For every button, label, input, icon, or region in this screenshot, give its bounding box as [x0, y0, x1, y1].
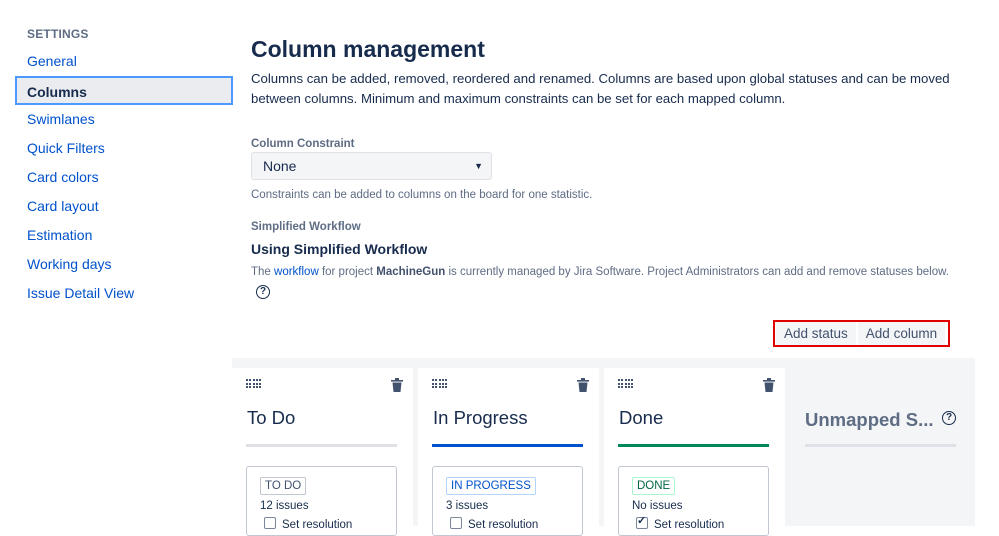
board-column-to-do[interactable]: To Do TO DO 12 issues Set resolution [232, 368, 413, 536]
drag-handle-icon[interactable] [246, 379, 262, 389]
add-buttons-group: Add status Add column [773, 320, 950, 347]
sidebar-item-quick-filters[interactable]: Quick Filters [15, 134, 233, 163]
chevron-down-icon: ▼ [474, 161, 483, 171]
project-name: MachineGun [376, 266, 446, 278]
add-status-button[interactable]: Add status [776, 322, 856, 345]
set-resolution[interactable]: Set resolution [636, 514, 725, 531]
trash-icon[interactable] [577, 378, 589, 392]
status-lozenge: TO DO [260, 477, 307, 495]
status-lozenge: IN PROGRESS [446, 477, 536, 495]
page-description: Columns can be added, removed, reordered… [251, 71, 950, 106]
column-title[interactable]: In Progress [433, 407, 528, 429]
resolution-checkbox[interactable] [264, 517, 276, 529]
workflow-link[interactable]: workflow [274, 266, 319, 278]
unmapped-help-icon[interactable]: ? [942, 411, 956, 425]
drag-handle-icon[interactable] [432, 379, 448, 389]
drag-handle-icon[interactable] [618, 379, 634, 389]
sidebar-item-estimation[interactable]: Estimation [15, 221, 233, 250]
trash-icon[interactable] [763, 378, 775, 392]
resolution-label: Set resolution [468, 519, 539, 531]
column-board: To Do TO DO 12 issues Set resolution In … [232, 358, 975, 536]
column-constraint-select[interactable]: None ▼ [251, 152, 492, 180]
set-resolution[interactable]: Set resolution [264, 517, 352, 531]
page-title: Column management [251, 36, 485, 62]
sidebar-item-working-days[interactable]: Working days [15, 250, 233, 279]
workflow-text-mid: for project [318, 266, 377, 278]
resolution-checkbox[interactable] [636, 514, 648, 529]
column-color-bar [246, 444, 397, 447]
resolution-label: Set resolution [282, 519, 353, 531]
column-color-bar [618, 444, 769, 447]
sidebar-item-issue-detail-view[interactable]: Issue Detail View [15, 279, 233, 308]
resolution-checkbox[interactable] [450, 517, 462, 529]
resolution-label: Set resolution [654, 519, 725, 531]
add-column-button[interactable]: Add column [857, 322, 946, 345]
settings-sidebar: SETTINGS General Columns Swimlanes Quick… [15, 24, 233, 308]
workflow-text-before: The [251, 266, 275, 278]
help-icon[interactable]: ? [256, 285, 270, 299]
sidebar-item-columns[interactable]: Columns [15, 76, 233, 105]
board-column-in-progress[interactable]: In Progress IN PROGRESS 3 issues Set res… [418, 368, 599, 536]
column-constraint-value: None [263, 158, 297, 174]
simplified-workflow-label: Simplified Workflow [251, 221, 361, 233]
sidebar-item-card-layout[interactable]: Card layout [15, 192, 233, 221]
workflow-text-after: is currently managed by Jira Software. P… [445, 266, 949, 278]
workflow-heading: Using Simplified Workflow [251, 241, 428, 257]
column-title[interactable]: Done [619, 407, 663, 429]
sidebar-heading: SETTINGS [27, 27, 89, 41]
issue-count: 12 issues [260, 500, 309, 512]
column-title[interactable]: To Do [247, 407, 295, 429]
column-constraint-label: Column Constraint [251, 138, 355, 150]
board-column-done[interactable]: Done DONE No issues Set resolution [604, 368, 785, 536]
set-resolution[interactable]: Set resolution [450, 517, 538, 531]
issue-count: No issues [632, 500, 683, 512]
unmapped-color-bar [805, 444, 956, 447]
issue-count: 3 issues [446, 500, 489, 512]
trash-icon[interactable] [391, 378, 403, 392]
sidebar-item-general[interactable]: General [15, 47, 233, 76]
sidebar-item-card-colors[interactable]: Card colors [15, 163, 233, 192]
constraint-hint: Constraints can be added to columns on t… [251, 189, 593, 201]
column-color-bar [432, 444, 583, 447]
unmapped-statuses-title: Unmapped S... [805, 409, 934, 430]
workflow-description: The workflow for project MachineGun is c… [251, 266, 949, 278]
status-lozenge: DONE [632, 477, 676, 495]
sidebar-item-swimlanes[interactable]: Swimlanes [15, 105, 233, 134]
